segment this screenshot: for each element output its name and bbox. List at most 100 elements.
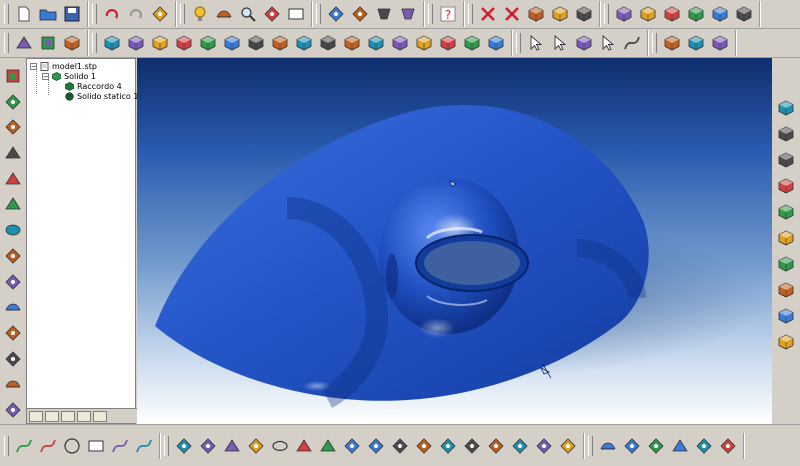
- toolbar-grip[interactable]: [180, 4, 185, 24]
- view-arch-button[interactable]: [775, 305, 797, 327]
- cube-16-button[interactable]: [461, 32, 483, 54]
- extrude-button[interactable]: [2, 194, 24, 216]
- solid-view1-button[interactable]: [613, 3, 635, 25]
- select-solid-button[interactable]: [573, 32, 595, 54]
- solid-view3-button[interactable]: [661, 3, 683, 25]
- line-button[interactable]: [37, 435, 59, 457]
- tree-tab-views[interactable]: [93, 410, 107, 422]
- glasses-button[interactable]: [397, 3, 419, 25]
- shaded-button[interactable]: [373, 3, 395, 25]
- view-back-button[interactable]: [775, 123, 797, 145]
- boolean-button[interactable]: [2, 245, 24, 267]
- chamfer-button[interactable]: [2, 296, 24, 318]
- circle-button[interactable]: [61, 435, 83, 457]
- surface-11-button[interactable]: [485, 435, 507, 457]
- cube-3-button[interactable]: [149, 32, 171, 54]
- surface-9-button[interactable]: [437, 435, 459, 457]
- toolbar-grip[interactable]: [4, 33, 9, 53]
- layer-button[interactable]: [693, 435, 715, 457]
- tree-tab-lights[interactable]: [77, 410, 91, 422]
- snap-button[interactable]: [13, 32, 35, 54]
- dimension-button[interactable]: [621, 435, 643, 457]
- edit-solid-button[interactable]: [525, 3, 547, 25]
- render-cube-3-button[interactable]: [709, 32, 731, 54]
- cube-9-button[interactable]: [293, 32, 315, 54]
- toolbar-grip[interactable]: [4, 435, 9, 456]
- constraint-button[interactable]: [645, 435, 667, 457]
- help-button[interactable]: ?: [437, 3, 459, 25]
- cube-7-button[interactable]: [245, 32, 267, 54]
- delete-red-button[interactable]: [477, 3, 499, 25]
- surface-10-button[interactable]: [461, 435, 483, 457]
- toolbar-grip[interactable]: [588, 435, 593, 456]
- cube-2-button[interactable]: [125, 32, 147, 54]
- tree-tab-layers[interactable]: [45, 410, 59, 422]
- select-pointer-button[interactable]: [525, 32, 547, 54]
- view-front-button[interactable]: [775, 97, 797, 119]
- open-folder-button[interactable]: [37, 3, 59, 25]
- surface-4-button[interactable]: [293, 435, 315, 457]
- surface-6-button[interactable]: [365, 435, 387, 457]
- solid-view6-button[interactable]: [733, 3, 755, 25]
- surface-12-button[interactable]: [509, 435, 531, 457]
- spline-button[interactable]: [133, 435, 155, 457]
- cube-5-button[interactable]: [197, 32, 219, 54]
- new-document-button[interactable]: [13, 3, 35, 25]
- toolbar-grip[interactable]: [516, 33, 521, 53]
- 3d-viewport[interactable]: [137, 58, 772, 424]
- view-cabinet-button[interactable]: [775, 279, 797, 301]
- undo-button[interactable]: [101, 3, 123, 25]
- cube-8-button[interactable]: [269, 32, 291, 54]
- cube-15-button[interactable]: [437, 32, 459, 54]
- fillet-button[interactable]: [2, 271, 24, 293]
- tree-node-static-solid[interactable]: Solido statico 1: [65, 92, 138, 101]
- split-button[interactable]: [2, 399, 24, 421]
- toolbar-grip[interactable]: [468, 4, 473, 24]
- curve-button[interactable]: [621, 32, 643, 54]
- zoom-button[interactable]: [237, 3, 259, 25]
- cube-14-button[interactable]: [413, 32, 435, 54]
- wireframe-button[interactable]: [349, 3, 371, 25]
- rectangle-button[interactable]: [85, 435, 107, 457]
- loft-button[interactable]: [2, 219, 24, 241]
- surface-8-button[interactable]: [413, 435, 435, 457]
- tree-tab-model[interactable]: [29, 410, 43, 422]
- face-button[interactable]: [2, 91, 24, 113]
- erase-button[interactable]: [597, 435, 619, 457]
- cube-1-button[interactable]: [101, 32, 123, 54]
- ellipse-button[interactable]: [269, 435, 291, 457]
- solid-grid-button[interactable]: [61, 32, 83, 54]
- render-cube-2-button[interactable]: [685, 32, 707, 54]
- view-iso-button[interactable]: [775, 253, 797, 275]
- grid-button[interactable]: [285, 3, 307, 25]
- revolve-button[interactable]: [2, 142, 24, 164]
- view-right-button[interactable]: [775, 175, 797, 197]
- transform-button[interactable]: [261, 3, 283, 25]
- offset-button[interactable]: [2, 374, 24, 396]
- plane-button[interactable]: [2, 65, 24, 87]
- surface-1-button[interactable]: [173, 435, 195, 457]
- render-cube-1-button[interactable]: [661, 32, 683, 54]
- toolbar-grip[interactable]: [428, 4, 433, 24]
- solid-view5-button[interactable]: [709, 3, 731, 25]
- surface-13-button[interactable]: [533, 435, 555, 457]
- solid-view2-button[interactable]: [637, 3, 659, 25]
- tree-node-fillet[interactable]: Raccordo 4: [65, 82, 122, 91]
- delete-star-button[interactable]: [501, 3, 523, 25]
- surface-14-button[interactable]: [557, 435, 579, 457]
- tree-node-solid[interactable]: − Solido 1: [42, 72, 96, 81]
- cube-13-button[interactable]: [389, 32, 411, 54]
- cube-10-button[interactable]: [317, 32, 339, 54]
- surface-5-button[interactable]: [317, 435, 339, 457]
- cube-4-button[interactable]: [173, 32, 195, 54]
- toolbar-grip[interactable]: [652, 33, 657, 53]
- solid-view4-button[interactable]: [685, 3, 707, 25]
- surface-2-button[interactable]: [197, 435, 219, 457]
- arc-button[interactable]: [109, 435, 131, 457]
- save-button[interactable]: [61, 3, 83, 25]
- properties-button[interactable]: [149, 3, 171, 25]
- mirror-button[interactable]: [2, 348, 24, 370]
- surface-3-button[interactable]: [245, 435, 267, 457]
- view-bottom-button[interactable]: [775, 227, 797, 249]
- copy-solid-button[interactable]: [549, 3, 571, 25]
